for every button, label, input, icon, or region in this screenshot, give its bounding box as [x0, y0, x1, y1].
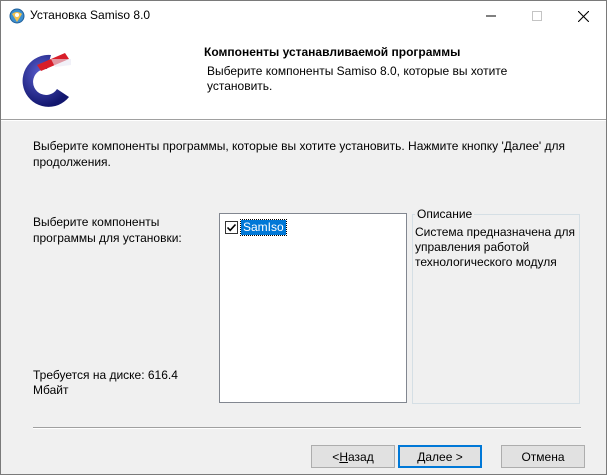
back-button-hotkey: Н	[339, 449, 348, 464]
next-button-label: алее >	[425, 449, 463, 464]
next-button[interactable]: Далее >	[398, 445, 482, 468]
maximize-icon	[532, 11, 542, 21]
page-subtitle: Выберите компоненты Samiso 8.0, которые …	[207, 64, 508, 93]
next-button-hotkey: Д	[417, 449, 426, 464]
window-title: Установка Samiso 8.0	[30, 8, 151, 22]
components-list[interactable]: SamIso	[219, 213, 407, 403]
component-checkbox[interactable]	[225, 220, 238, 234]
component-label[interactable]: SamIso	[240, 218, 287, 236]
select-components-label: Выберите компоненты программы для устано…	[33, 215, 182, 245]
disk-space-label: Требуется на диске: 616.4 Мбайт	[33, 368, 178, 397]
back-button-prefix: <	[332, 449, 340, 464]
installer-window: Установка Samiso 8.0 Компоненты устанавл…	[0, 0, 607, 475]
minimize-icon	[486, 15, 496, 17]
cancel-button[interactable]: Отмена	[501, 445, 585, 468]
wizard-header: Компоненты устанавливаемой программы Выб…	[1, 31, 606, 119]
intro-text: Выберите компоненты программы, которые в…	[33, 139, 566, 169]
page-title: Компоненты устанавливаемой программы	[204, 45, 461, 59]
minimize-button[interactable]	[468, 1, 514, 31]
component-item-samiso[interactable]: SamIso	[225, 218, 287, 236]
close-button[interactable]	[560, 1, 606, 31]
close-icon	[577, 10, 589, 22]
checkmark-icon	[226, 223, 237, 231]
header-divider-highlight	[1, 120, 606, 121]
title-bar[interactable]: Установка Samiso 8.0	[1, 1, 606, 31]
description-text: Система предназначена для управления раб…	[415, 225, 576, 269]
description-title: Описание	[415, 207, 475, 221]
installer-app-icon	[9, 8, 25, 24]
back-button[interactable]: < Назад	[311, 445, 395, 468]
back-button-label: азад	[347, 449, 374, 464]
samiso-logo-icon	[22, 53, 71, 107]
maximize-button	[514, 1, 560, 31]
footer-divider-highlight	[33, 428, 581, 429]
